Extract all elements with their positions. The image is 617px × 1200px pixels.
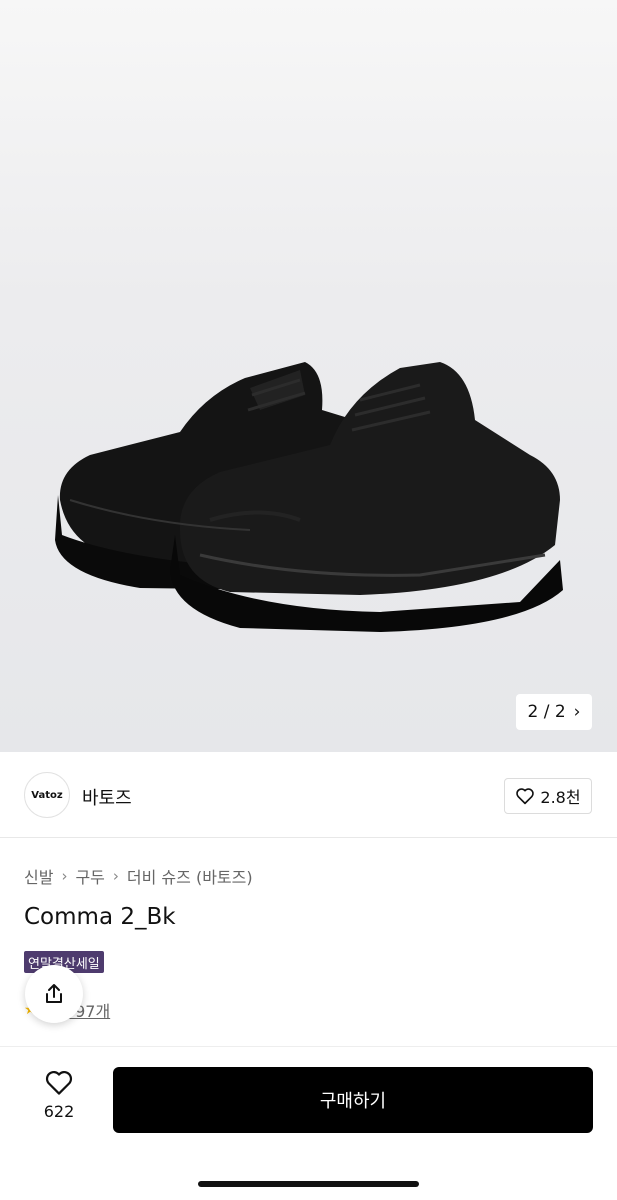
share-button[interactable] — [25, 965, 83, 1023]
brand-like-button[interactable]: 2.8천 — [504, 778, 592, 814]
product-image — [55, 362, 563, 632]
pager-text: 2 / 2 — [527, 702, 566, 722]
image-pager[interactable]: 2 / 2 › — [516, 694, 592, 730]
chevron-right-icon: › — [112, 867, 119, 885]
home-indicator — [198, 1181, 419, 1187]
buy-button[interactable]: 구매하기 — [113, 1067, 593, 1133]
breadcrumb: 신발 › 구두 › 더비 슈즈 (바토즈) — [24, 864, 253, 888]
brand-logo-text: Vatoz — [31, 789, 63, 801]
buy-button-label: 구매하기 — [319, 1091, 387, 1112]
breadcrumb-item[interactable]: 구두 — [75, 864, 104, 888]
product-title: Comma 2_Bk — [24, 904, 176, 930]
share-icon — [46, 984, 62, 1003]
brand-row[interactable]: Vatoz 바토즈 2.8천 — [0, 752, 617, 838]
wishlist-count: 622 — [43, 1102, 75, 1121]
wishlist-button[interactable]: 622 — [36, 1069, 82, 1121]
bottom-action-bar: 622 구매하기 — [0, 1046, 617, 1200]
breadcrumb-item[interactable]: 신발 — [24, 864, 53, 888]
chevron-right-icon: › — [573, 702, 581, 722]
brand-like-count: 2.8천 — [540, 788, 581, 807]
brand-name[interactable]: 바토즈 — [82, 784, 132, 810]
breadcrumb-item[interactable]: 더비 슈즈 (바토즈) — [127, 864, 253, 888]
heart-outline-icon — [45, 1070, 73, 1095]
product-image-carousel[interactable]: 2 / 2 › — [0, 0, 617, 752]
chevron-right-icon: › — [61, 867, 68, 885]
heart-outline-icon — [516, 788, 535, 805]
brand-logo[interactable]: Vatoz — [24, 772, 70, 818]
